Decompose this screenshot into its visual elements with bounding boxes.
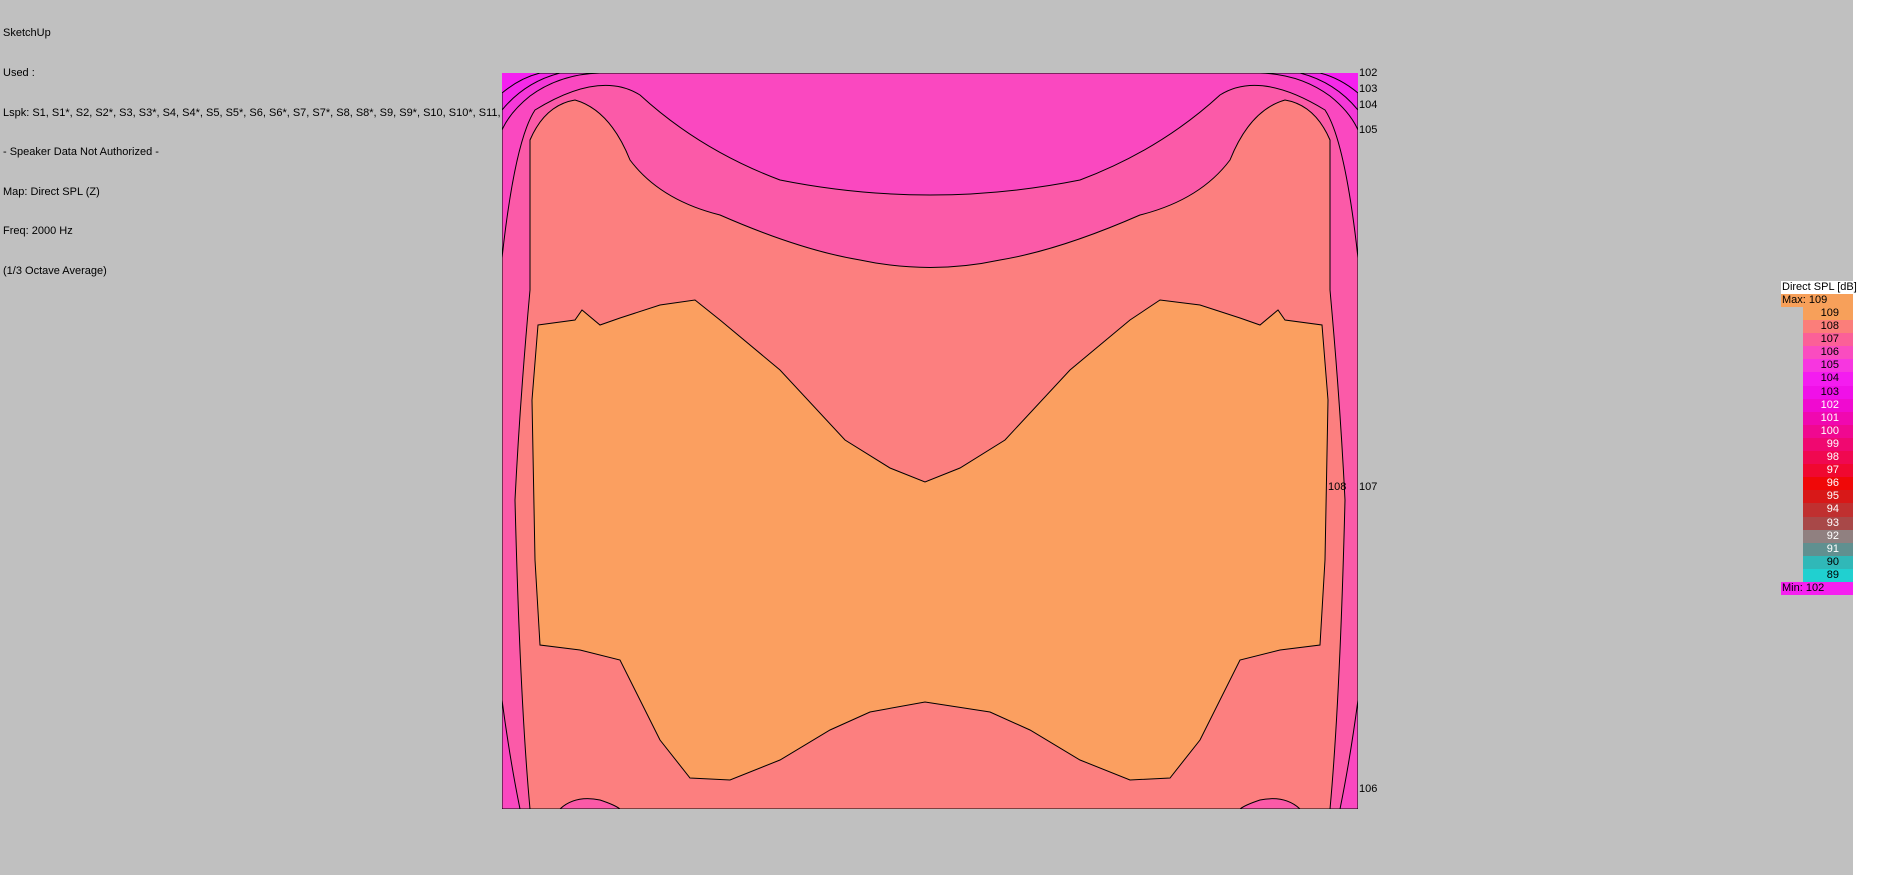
legend-max: Max: 109 bbox=[1781, 294, 1853, 307]
legend-title: Direct SPL [dB] bbox=[1781, 281, 1857, 294]
legend-entry-label: 102 bbox=[1820, 398, 1839, 411]
contour-label-105: 105 bbox=[1359, 124, 1377, 136]
legend-entry-label: 104 bbox=[1820, 372, 1839, 385]
legend-entry-label: 107 bbox=[1820, 333, 1839, 346]
legend-entry-label: 106 bbox=[1820, 346, 1839, 359]
legend-entry-label: 94 bbox=[1826, 503, 1839, 516]
legend-entry: 91 bbox=[1781, 542, 1853, 556]
legend-entry: 108 bbox=[1781, 320, 1853, 334]
legend-entry-label: 103 bbox=[1820, 385, 1839, 398]
right-margin bbox=[1853, 0, 1892, 875]
legend-entry: 92 bbox=[1781, 529, 1853, 543]
contour-label-103: 103 bbox=[1359, 83, 1377, 95]
legend-entry: 90 bbox=[1781, 555, 1853, 569]
legend-entry-label: 97 bbox=[1826, 464, 1839, 477]
legend-entry-label: 108 bbox=[1820, 320, 1839, 333]
legend-entry: 96 bbox=[1781, 477, 1853, 491]
contour-label-104: 104 bbox=[1359, 99, 1377, 111]
legend-entry: 100 bbox=[1781, 424, 1853, 438]
legend-entry: 105 bbox=[1781, 359, 1853, 373]
contour-label-102: 102 bbox=[1359, 67, 1377, 79]
legend-entry-label: 105 bbox=[1820, 359, 1839, 372]
legend-entry: 97 bbox=[1781, 464, 1853, 478]
legend-entry-label: 99 bbox=[1826, 437, 1839, 450]
legend-entry-label: 90 bbox=[1826, 555, 1839, 568]
contour-label-106: 106 bbox=[1359, 783, 1377, 795]
legend-scale: 109 108 107 106 105 104 103 102 101 100 99 98 97 96 95… bbox=[1781, 307, 1853, 582]
legend-entry-label: 96 bbox=[1826, 477, 1839, 490]
legend-entry: 109 bbox=[1781, 307, 1853, 321]
legend-entry: 99 bbox=[1781, 437, 1853, 452]
legend-entry: 102 bbox=[1781, 398, 1853, 412]
legend-entry-label: 91 bbox=[1826, 542, 1839, 555]
legend-min: Min: 102 bbox=[1781, 581, 1853, 595]
legend-entry: 89 bbox=[1781, 568, 1853, 582]
legend-entry-label: 101 bbox=[1820, 411, 1839, 424]
legend-entry-label: 95 bbox=[1826, 490, 1839, 503]
legend-entry: 93 bbox=[1781, 516, 1853, 530]
legend-entry-label: 92 bbox=[1826, 529, 1839, 542]
legend-entry: 101 bbox=[1781, 411, 1853, 425]
legend-entry: 95 bbox=[1781, 490, 1853, 504]
legend-entry: 104 bbox=[1781, 372, 1853, 386]
legend-entry-label: 100 bbox=[1820, 424, 1839, 437]
legend-entry: 107 bbox=[1781, 333, 1853, 347]
spl-contour-map: 102 103 104 105 107 108 106 bbox=[502, 67, 1377, 809]
legend-entry: 94 bbox=[1781, 503, 1853, 517]
legend-entry: 98 bbox=[1781, 451, 1853, 465]
legend-entry: 106 bbox=[1781, 346, 1853, 360]
contour-label-107: 107 bbox=[1359, 481, 1377, 493]
legend-entry: 103 bbox=[1781, 385, 1853, 399]
legend-entry-label: 98 bbox=[1826, 451, 1839, 464]
legend-entry-label: 93 bbox=[1826, 516, 1839, 529]
legend-entry-label: 109 bbox=[1820, 307, 1839, 319]
legend-entry-label: 89 bbox=[1826, 568, 1839, 581]
color-legend: Direct SPL [dB] Max: 109 109 108 107 106 105… bbox=[1781, 281, 1857, 595]
contour-label-108: 108 bbox=[1328, 481, 1346, 493]
